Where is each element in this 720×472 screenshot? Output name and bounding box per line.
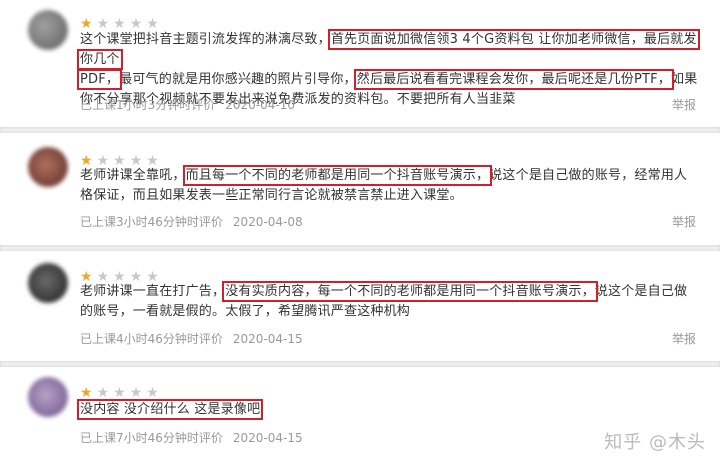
highlighted-phrase: 然后最后说看看完课程会发你，最后呢还是几份PTF， xyxy=(353,69,675,90)
review-date: 2020-04-10 xyxy=(225,98,296,112)
star-rating: ★ ★ ★ ★ ★ xyxy=(80,13,163,31)
report-link[interactable]: 举报 xyxy=(672,213,696,230)
star-icon: ★ xyxy=(113,385,126,401)
study-duration: 已上课4小时46分钟时评价 xyxy=(80,332,223,346)
review-text-part: 老师讲课一直在打广告， xyxy=(80,284,226,299)
review-meta: 已上课3小时46分钟时评价 2020-04-08 xyxy=(80,213,303,230)
star-rating: ★ ★ ★ ★ ★ xyxy=(80,382,163,400)
star-icon-filled: ★ xyxy=(80,16,93,32)
star-icon: ★ xyxy=(129,385,143,401)
study-duration: 已上课3小时46分钟时评价 xyxy=(80,215,223,229)
study-duration: 已上课1小时3分钟时评价 xyxy=(80,98,216,112)
review-card-2: ★ ★ ★ ★ ★ 老师讲课全靠吼，而且每一个不同的老师都是用同一个抖音账号演示，说这个… xyxy=(0,133,720,245)
star-icon: ★ xyxy=(146,385,159,401)
review-meta: 已上课7小时46分钟时评价 2020-04-15 xyxy=(80,429,303,446)
review-date: 2020-04-15 xyxy=(232,332,303,346)
review-text: 老师讲课一直在打广告，没有实质内容，每一个不同的老师都是用同一个抖音账号演示，说… xyxy=(80,281,700,322)
star-icon: ★ xyxy=(96,16,110,32)
report-link[interactable]: 举报 xyxy=(672,330,696,347)
review-card-4: ★ ★ ★ ★ ★ 没内容 没介绍什么 这是录像吧 已上课7小时46分钟时评价 2020-… xyxy=(0,367,720,472)
star-icon: ★ xyxy=(146,16,159,32)
review-text: 没内容 没介绍什么 这是录像吧 xyxy=(76,399,700,420)
zhihu-watermark: 知乎 @木头 xyxy=(604,432,706,453)
reviewer-avatar[interactable] xyxy=(28,10,68,50)
star-rating: ★ ★ ★ ★ ★ xyxy=(80,150,163,168)
review-date: 2020-04-08 xyxy=(232,215,303,229)
star-icon: ★ xyxy=(96,385,110,401)
highlighted-phrase: 没内容 没介绍什么 这是录像吧 xyxy=(76,399,264,420)
study-duration: 已上课7小时46分钟时评价 xyxy=(80,431,223,445)
report-link[interactable]: 举报 xyxy=(672,96,696,113)
review-text-part: 这个课堂把抖音主题引流发挥的淋漓尽致， xyxy=(80,32,331,47)
star-rating: ★ ★ ★ ★ ★ xyxy=(80,266,163,284)
review-text-part: 最可气的就是用你感兴趣的照片引导你， xyxy=(119,72,357,87)
star-icon: ★ xyxy=(129,16,143,32)
highlighted-phrase: 而且每一个不同的老师都是用同一个抖音账号演示， xyxy=(182,165,493,186)
review-card-3: ★ ★ ★ ★ ★ 老师讲课一直在打广告，没有实质内容，每一个不同的老师都是用同一个抖音… xyxy=(0,251,720,361)
reviewer-avatar[interactable] xyxy=(28,377,68,417)
reviewer-avatar[interactable] xyxy=(28,263,68,303)
review-text-part: 老师讲课全靠吼， xyxy=(80,168,186,183)
highlighted-phrase: PDF， xyxy=(76,69,123,90)
reviewer-avatar[interactable] xyxy=(28,147,68,187)
review-meta: 已上课4小时46分钟时评价 2020-04-15 xyxy=(80,330,303,347)
star-icon: ★ xyxy=(113,16,126,32)
review-date: 2020-04-15 xyxy=(232,431,303,445)
highlighted-phrase: 没有实质内容，每一个不同的老师都是用同一个抖音账号演示， xyxy=(222,281,598,302)
review-meta: 已上课1小时3分钟时评价 2020-04-10 xyxy=(80,96,295,113)
review-card-1: ★ ★ ★ ★ ★ 这个课堂把抖音主题引流发挥的淋漓尽致，首先页面说加微信领3 4个G资… xyxy=(0,0,720,127)
star-icon-filled: ★ xyxy=(80,385,93,401)
review-text: 老师讲课全靠吼，而且每一个不同的老师都是用同一个抖音账号演示，说这个是自己做的账… xyxy=(80,165,700,206)
